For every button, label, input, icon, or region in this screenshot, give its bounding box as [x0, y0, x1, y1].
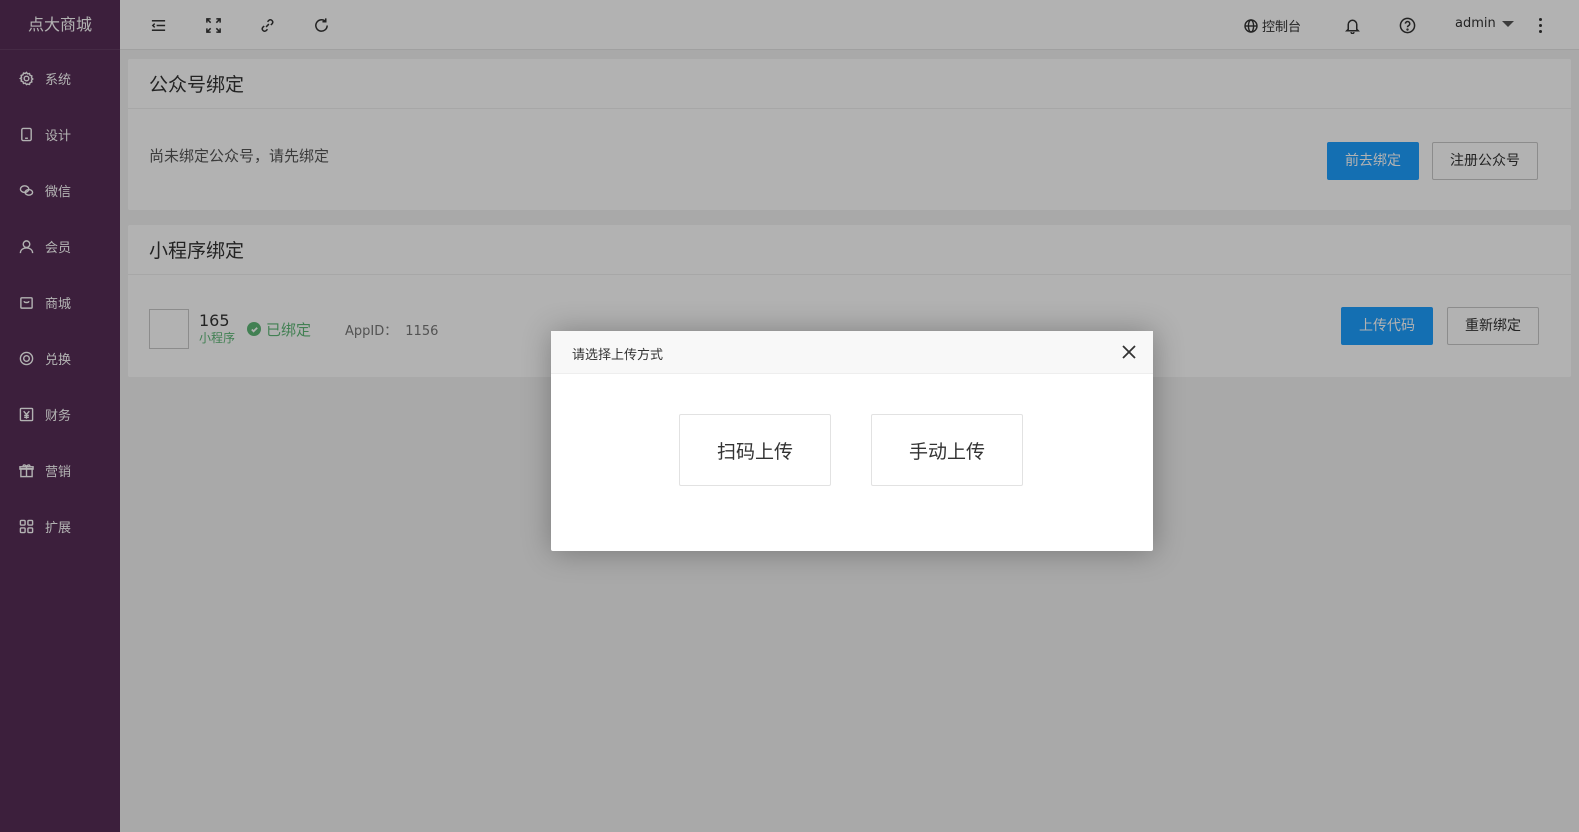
- manual-upload-button[interactable]: 手动上传: [871, 414, 1023, 486]
- upload-method-dialog: 请选择上传方式 扫码上传 手动上传: [551, 331, 1153, 551]
- scan-upload-button[interactable]: 扫码上传: [679, 414, 831, 486]
- dialog-title: 请选择上传方式: [572, 348, 664, 363]
- close-icon[interactable]: [1120, 343, 1138, 361]
- dialog-header: 请选择上传方式: [551, 331, 1153, 374]
